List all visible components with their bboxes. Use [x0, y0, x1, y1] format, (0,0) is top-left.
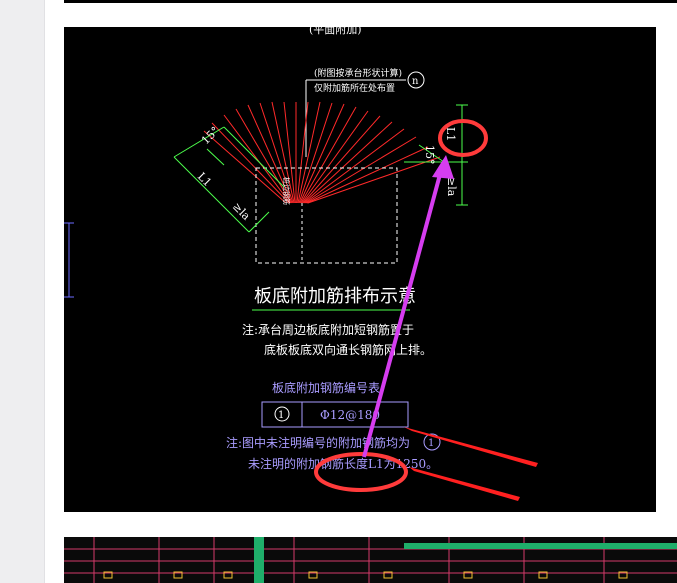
- left-sidebar: [0, 0, 45, 583]
- callout-line1: (附图按承台形状计算): [314, 67, 402, 79]
- note-line1: 注:承台周边板底附加短钢筋置于: [242, 322, 414, 337]
- dim-la-left: ≥la: [230, 200, 253, 223]
- dim-l1-left: L1: [195, 170, 214, 189]
- red-arrow-annotation-lower: [409, 467, 520, 501]
- left-dimension: [173, 126, 285, 233]
- table-row-number: 1: [278, 410, 284, 421]
- dim-la-right: ≥la: [445, 177, 458, 197]
- callout-line2: 仅附加筋所在处布置: [314, 82, 395, 94]
- fan-rebars: [203, 101, 441, 204]
- cad-drawing-canvas: (平面附加) (附图按承台形状计算) 仅附加筋所在处布置 n 桩边钢筋 15° …: [64, 27, 538, 501]
- table-row-spec: Φ12@180: [320, 408, 380, 422]
- table-title: 板底附加钢筋编号表: [272, 380, 380, 395]
- note2-line2: 未注明的附加钢筋长度L1为1250。: [248, 456, 438, 471]
- cad-drawing-image: (平面附加) (附图按承台形状计算) 仅附加筋所在处布置 n 桩边钢筋 15° …: [64, 27, 656, 512]
- side-marker-number: 1: [428, 438, 434, 449]
- previous-image-bottom-edge: [64, 0, 677, 3]
- note2-line1: 注:图中未注明编号的附加钢筋均为: [226, 435, 410, 450]
- dim-angle-right: 15°: [423, 145, 436, 165]
- note-line2: 底板板底双向通长钢筋网上排。: [264, 342, 432, 357]
- callout-number: n: [412, 76, 419, 87]
- top-cut-label: (平面附加): [309, 27, 362, 36]
- side-mark-left: 桩边钢筋: [282, 177, 291, 205]
- next-cad-image-preview: [64, 537, 677, 583]
- drawing-title: 板底附加筋排布示意: [254, 286, 416, 307]
- left-edge-marker: [64, 222, 74, 298]
